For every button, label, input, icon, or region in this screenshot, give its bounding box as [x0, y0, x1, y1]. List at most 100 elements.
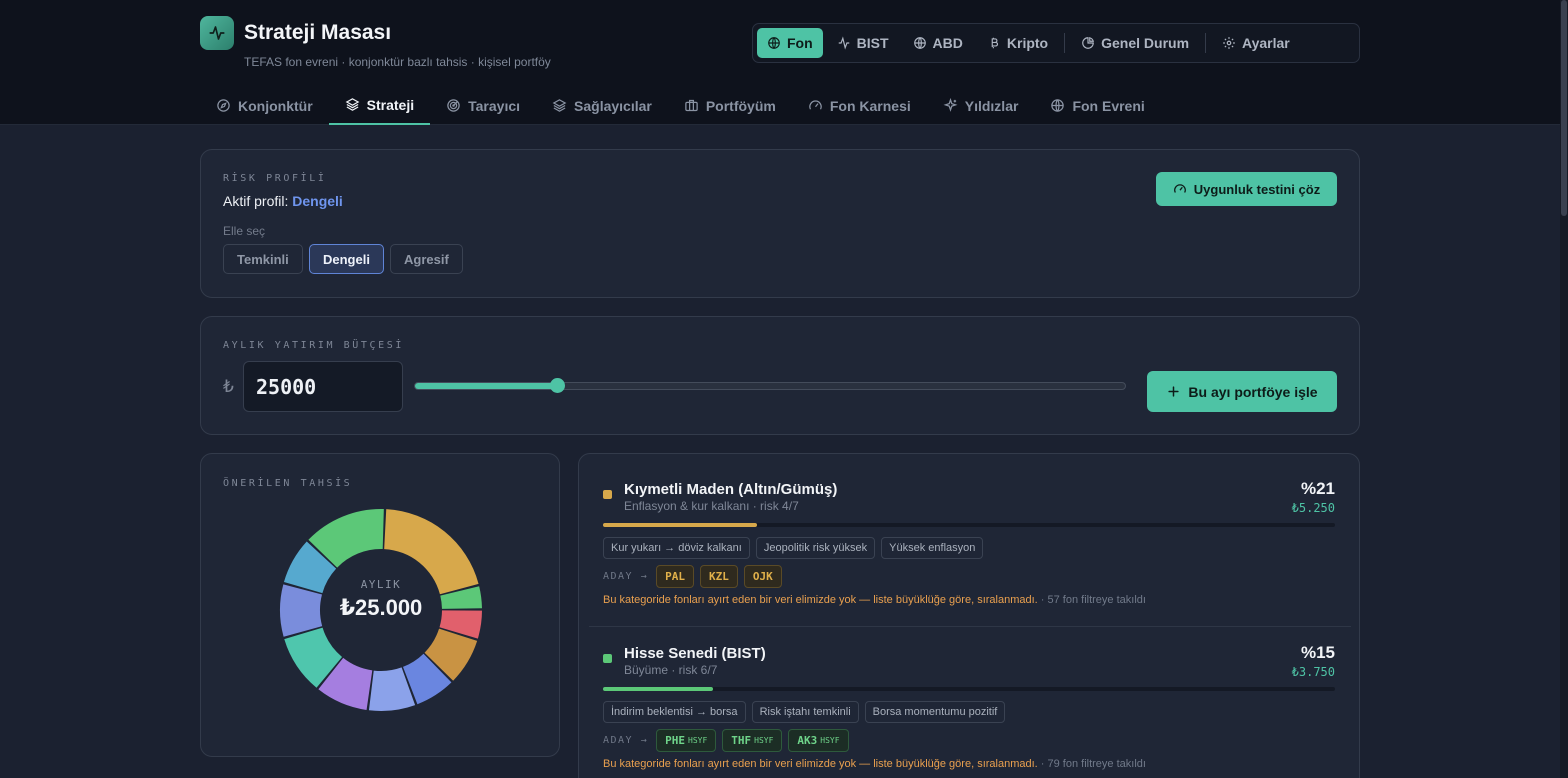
- profile-agresif-button[interactable]: Agresif: [390, 244, 463, 274]
- currency-symbol: ₺: [223, 377, 234, 396]
- tab-label: Strateji: [366, 96, 415, 113]
- candidate-fund-chip[interactable]: OJK: [743, 565, 782, 588]
- globe-icon: [1051, 99, 1065, 112]
- tab-label: Konjonktür: [238, 97, 313, 114]
- candidates-label: ADAY →: [603, 735, 649, 746]
- market-kripto-button[interactable]: Kripto: [977, 28, 1058, 58]
- active-profile-prefix: Aktif profil:: [223, 193, 289, 209]
- candidate-tag: HSYF: [754, 736, 774, 745]
- category-color-dot: [603, 654, 612, 663]
- candidate-tag: HSYF: [688, 736, 708, 745]
- budget-input[interactable]: [243, 361, 403, 412]
- category-row: Hisse Senedi (BIST) Büyüme · risk 6/7 %15 ₺…: [603, 637, 1335, 777]
- tab-konjonktur[interactable]: Konjonktür: [200, 86, 329, 125]
- signal-chip: İndirim beklentisi → borsa: [603, 701, 746, 723]
- page-scrollbar[interactable]: [1560, 0, 1568, 778]
- candidate-fund-chip[interactable]: KZL: [700, 565, 738, 588]
- activity-icon: [838, 36, 849, 50]
- tab-label: Portföyüm: [705, 97, 776, 114]
- active-profile: Aktif profil: Dengeli: [223, 193, 343, 209]
- app-title: Strateji Masası: [244, 21, 392, 44]
- market-fon-button[interactable]: Fon: [757, 28, 823, 58]
- candidate-fund-chip[interactable]: AK3 HSYF: [788, 729, 849, 752]
- candidate-fund-chip[interactable]: THF HSYF: [722, 729, 783, 752]
- signal-chips: Kur yukarı → döviz kalkanı Jeopolitik ris…: [603, 537, 984, 559]
- market-ayarlar-button[interactable]: Ayarlar: [1212, 28, 1300, 58]
- gauge-icon: [809, 100, 822, 110]
- tab-tarayici[interactable]: Tarayıcı: [430, 86, 536, 125]
- active-profile-value: Dengeli: [292, 193, 343, 209]
- category-bar: [603, 687, 1335, 691]
- candidate-code: THF: [731, 734, 752, 747]
- donut-center-label: AYLIK: [360, 578, 402, 591]
- category-divider: [589, 626, 1351, 627]
- manual-select-label: Elle seç: [223, 224, 266, 238]
- suitability-test-button[interactable]: Uygunluk testini çöz: [1156, 172, 1337, 206]
- market-label: Genel Durum: [1101, 35, 1190, 51]
- candidate-code: PHE: [665, 734, 685, 747]
- main-tabs: Konjonktür Strateji Tarayıcı Sağlayıcıla…: [200, 86, 1161, 125]
- activity-icon: [209, 26, 225, 40]
- bitcoin-icon: [991, 37, 998, 49]
- candidate-code: OJK: [752, 570, 773, 583]
- candidate-funds: ADAY → PAL KZL OJK: [603, 565, 782, 588]
- radar-icon: [447, 99, 460, 112]
- market-genel-durum-button[interactable]: Genel Durum: [1071, 28, 1199, 58]
- tab-fon-evreni[interactable]: Fon Evreni: [1034, 86, 1160, 125]
- candidates-label: ADAY →: [603, 571, 649, 582]
- category-amount: ₺5.250: [1291, 501, 1335, 515]
- profile-dengeli-button[interactable]: Dengeli: [309, 244, 384, 274]
- globe-icon: [913, 37, 926, 49]
- tab-fon-karnesi[interactable]: Fon Karnesi: [792, 86, 927, 125]
- market-bist-button[interactable]: BIST: [827, 28, 899, 58]
- allocation-section-label: ÖNERİLEN TAHSİS: [223, 478, 353, 489]
- candidate-code: KZL: [709, 570, 729, 583]
- candidate-fund-chip[interactable]: PHE HSYF: [656, 729, 717, 752]
- risk-profile-card: RİSK PROFİLİ Aktif profil: Dengeli Elle …: [200, 149, 1360, 298]
- tab-label: Tarayıcı: [468, 97, 521, 114]
- category-note-count: · 79 fon filtreye takıldı: [1040, 758, 1146, 770]
- category-color-dot: [603, 490, 612, 499]
- tab-label: Sağlayıcılar: [574, 97, 652, 114]
- candidate-fund-chip[interactable]: PAL: [656, 565, 694, 588]
- tab-saglayicilar[interactable]: Sağlayıcılar: [536, 86, 668, 125]
- category-note: Bu kategoride fonları ayırt eden bir ver…: [603, 758, 1146, 770]
- tab-label: Fon Evreni: [1072, 97, 1145, 114]
- candidate-code: AK3: [797, 734, 818, 747]
- tab-yildizlar[interactable]: Yıldızlar: [927, 86, 1035, 125]
- signal-chip: Kur yukarı → döviz kalkanı: [603, 537, 750, 559]
- category-bar-fill: [603, 523, 757, 527]
- market-label: Fon: [787, 35, 813, 51]
- market-label: Kripto: [1006, 35, 1049, 51]
- budget-slider[interactable]: [414, 378, 1126, 393]
- scrollbar-thumb[interactable]: [1561, 0, 1567, 216]
- candidate-tag: HSYF: [820, 736, 840, 745]
- gauge-icon: [1173, 184, 1186, 193]
- category-percent: %21: [1300, 479, 1335, 498]
- risk-section-label: RİSK PROFİLİ: [223, 173, 327, 184]
- profile-temkinli-button[interactable]: Temkinli: [223, 244, 303, 274]
- tab-strateji[interactable]: Strateji: [328, 86, 431, 125]
- budget-slider-fill: [415, 383, 557, 389]
- signal-chip: Yüksek enflasyon: [881, 537, 984, 559]
- pie-chart-icon: [1082, 36, 1095, 49]
- market-label: BIST: [856, 35, 889, 51]
- budget-slider-thumb[interactable]: [550, 378, 565, 393]
- category-bar: [603, 523, 1335, 527]
- donut-center-value: ₺25.000: [339, 595, 423, 620]
- compass-icon: [217, 99, 230, 112]
- apply-month-button[interactable]: Bu ayı portföye işle: [1147, 371, 1337, 412]
- category-bar-fill: [603, 687, 713, 691]
- market-label: Ayarlar: [1242, 35, 1290, 51]
- market-separator: [1205, 33, 1207, 53]
- tab-label: Yıldızlar: [964, 97, 1019, 114]
- app-subtitle: TEFAS fon evreni · konjonktür bazlı tahs…: [244, 55, 551, 69]
- market-abd-button[interactable]: ABD: [903, 28, 973, 58]
- category-note-count: · 57 fon filtreye takıldı: [1040, 594, 1146, 606]
- tab-portfoyum[interactable]: Portföyüm: [668, 86, 792, 125]
- signal-chip: Jeopolitik risk yüksek: [755, 537, 876, 559]
- market-label: ABD: [932, 35, 963, 51]
- category-percent: %15: [1300, 643, 1335, 662]
- budget-section-label: AYLIK YATIRIM BÜTÇESİ: [223, 340, 405, 351]
- budget-card: AYLIK YATIRIM BÜTÇESİ ₺ Bu ayı portföye …: [200, 316, 1360, 435]
